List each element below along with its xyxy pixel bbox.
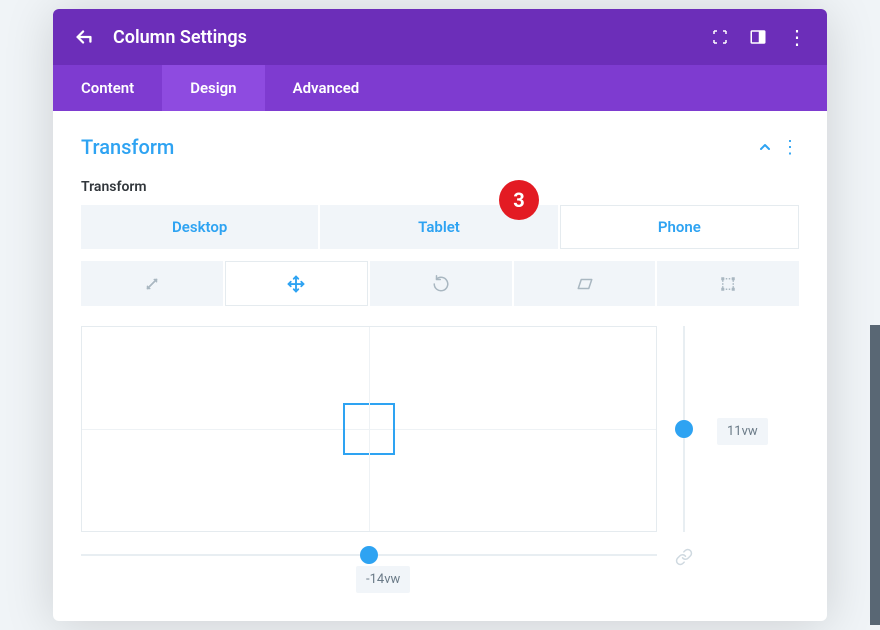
panel-icon[interactable] [749, 28, 767, 46]
origin-icon [719, 275, 737, 293]
tab-design[interactable]: Design [162, 65, 264, 111]
device-tab-phone[interactable]: Phone [560, 205, 799, 249]
transform-translate-tab[interactable] [225, 261, 369, 306]
transform-rotate-tab[interactable] [370, 261, 512, 306]
transform-controls: 11vw -14vw [81, 326, 799, 532]
x-slider-thumb[interactable] [360, 546, 378, 564]
background-panel-edge [870, 325, 880, 625]
transform-skew-tab[interactable] [514, 261, 656, 306]
section-title[interactable]: Transform [81, 135, 174, 159]
section-more-icon[interactable]: ⋮ [781, 137, 799, 158]
modal-header: Column Settings ⋮ [53, 9, 827, 65]
x-value-input[interactable]: -14vw [356, 566, 410, 593]
back-icon[interactable] [73, 26, 95, 48]
modal-title: Column Settings [113, 27, 711, 48]
transform-scale-tab[interactable] [81, 261, 223, 306]
xy-pad[interactable] [81, 326, 657, 532]
transform-label: Transform [81, 179, 799, 195]
skew-icon [576, 275, 594, 293]
tab-advanced[interactable]: Advanced [265, 65, 388, 111]
y-slider[interactable] [675, 326, 693, 532]
transform-type-tabs [81, 261, 799, 306]
section-actions: ⋮ [757, 137, 799, 158]
collapse-icon[interactable] [757, 139, 773, 155]
device-tabs: Desktop Tablet Phone [81, 205, 799, 249]
device-tab-desktop[interactable]: Desktop [81, 205, 318, 249]
xy-handle[interactable] [343, 403, 395, 455]
y-value-input[interactable]: 11vw [717, 418, 768, 445]
annotation-badge: 3 [499, 180, 539, 220]
y-slider-thumb[interactable] [675, 420, 693, 438]
tab-content[interactable]: Content [53, 65, 162, 111]
column-settings-modal: Column Settings ⋮ Content Design Advance… [53, 9, 827, 621]
scale-icon [143, 275, 161, 293]
header-actions: ⋮ [711, 27, 807, 47]
move-icon [287, 275, 305, 293]
rotate-icon [432, 275, 450, 293]
xy-inner-v [369, 405, 370, 453]
expand-icon[interactable] [711, 28, 729, 46]
xy-inner-h [345, 429, 393, 430]
modal-body: Transform ⋮ Transform Desktop Tablet Pho… [53, 111, 827, 556]
main-tabs: Content Design Advanced [53, 65, 827, 111]
section-header: Transform ⋮ [81, 135, 799, 159]
link-values-icon[interactable] [675, 548, 693, 566]
more-menu-icon[interactable]: ⋮ [787, 27, 807, 47]
transform-origin-tab[interactable] [657, 261, 799, 306]
